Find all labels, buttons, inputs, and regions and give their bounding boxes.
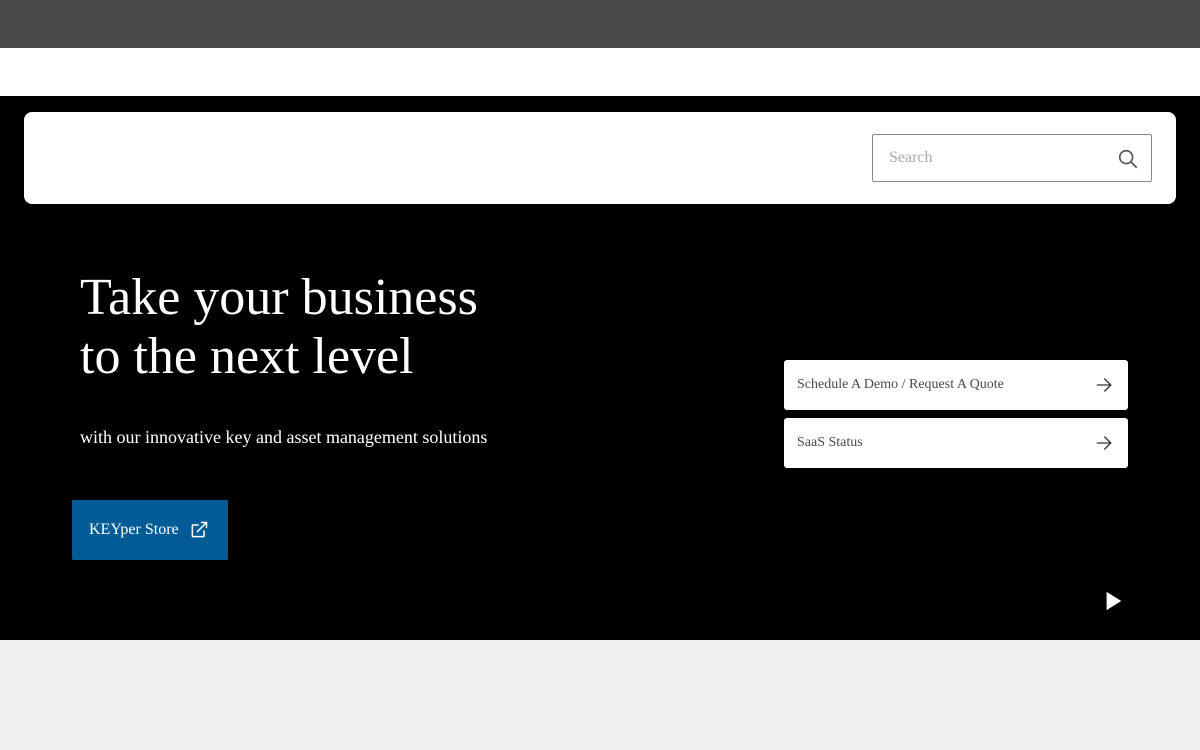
hero-title-line-2: to the next level — [80, 328, 414, 385]
top-bar — [0, 0, 1200, 48]
arrow-right-icon — [1096, 378, 1112, 392]
play-icon[interactable] — [1102, 590, 1124, 612]
schedule-demo-label: Schedule A Demo / Request A Quote — [797, 377, 1004, 392]
search-input[interactable] — [873, 135, 1103, 181]
saas-status-label: SaaS Status — [797, 435, 863, 450]
schedule-demo-link[interactable]: Schedule A Demo / Request A Quote — [784, 360, 1128, 410]
hero-subtitle: with our innovative key and asset manage… — [80, 427, 488, 447]
announcement-strip — [0, 48, 1200, 96]
keyper-store-button[interactable]: KEYper Store — [72, 500, 228, 560]
search-box — [872, 134, 1152, 182]
search-icon[interactable] — [1117, 148, 1139, 170]
external-link-icon — [191, 521, 207, 538]
site-header — [24, 112, 1176, 204]
arrow-right-icon — [1096, 436, 1112, 450]
saas-status-link[interactable]: SaaS Status — [784, 418, 1128, 468]
keyper-store-label: KEYper Store — [89, 521, 179, 538]
hero-section: Take your business to the next level wit… — [0, 96, 1200, 640]
page-content-area — [0, 640, 1200, 750]
hero-title-line-1: Take your business — [80, 269, 478, 326]
hero-title: Take your business to the next level — [80, 268, 680, 386]
